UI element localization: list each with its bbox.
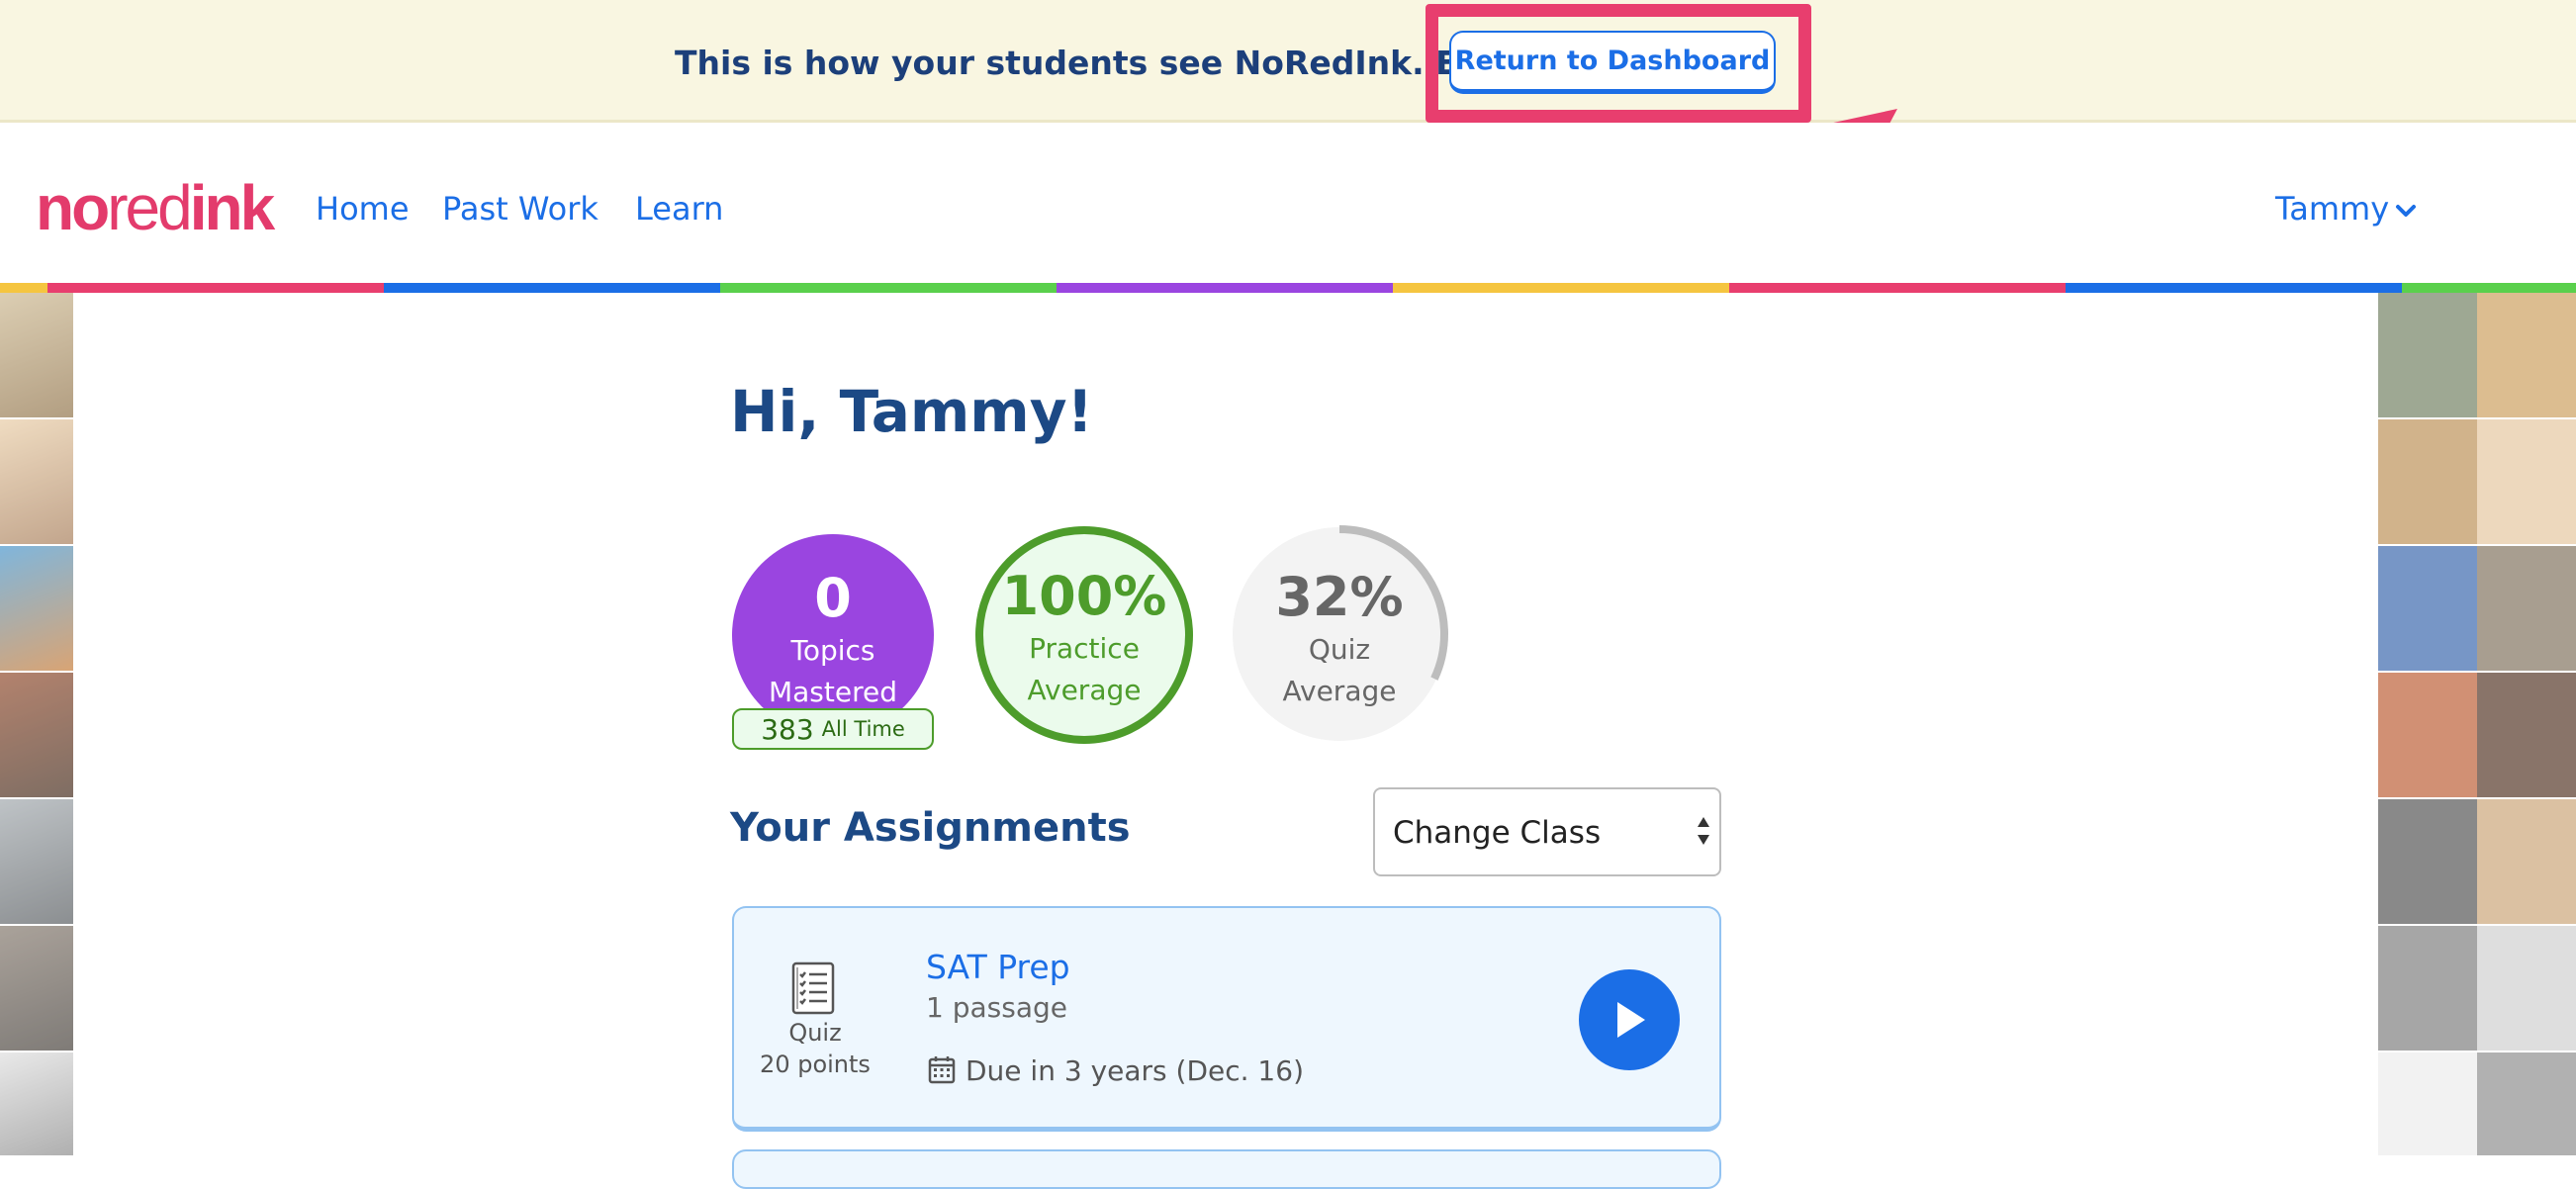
assignment-title-link[interactable]: SAT Prep [926, 948, 1070, 986]
return-to-dashboard-button[interactable]: Return to Dashboard [1449, 31, 1776, 94]
practice-average-value: 100% [1001, 565, 1167, 627]
nav-past-work[interactable]: Past Work [442, 190, 598, 228]
all-time-badge: 383 All Time [732, 708, 934, 750]
chevron-down-icon [2396, 205, 2417, 217]
change-class-value: Change Class [1393, 815, 1602, 851]
practice-average-stat: 100% Practice Average [975, 526, 1193, 744]
nav-home[interactable]: Home [316, 190, 410, 228]
top-nav: noredink Home Past Work Learn Tammy [0, 123, 2576, 285]
left-poster-column [0, 293, 73, 1155]
topics-mastered-stat: 0 Topics Mastered [732, 534, 934, 736]
quiz-progress-ring [1338, 525, 1448, 681]
select-arrows-icon [1698, 817, 1709, 845]
assignment-card-next[interactable] [732, 1149, 1721, 1189]
change-class-select[interactable]: Change Class [1373, 787, 1721, 876]
play-assignment-button[interactable] [1579, 969, 1680, 1070]
nav-learn[interactable]: Learn [635, 190, 723, 228]
assignments-heading: Your Assignments [730, 805, 1131, 851]
all-time-label: All Time [821, 717, 905, 741]
noredink-logo[interactable]: noredink [36, 176, 275, 239]
color-stripe [0, 283, 2576, 293]
assignment-type: Quiz 20 points [756, 908, 874, 1126]
user-menu[interactable]: Tammy [2275, 190, 2417, 228]
quiz-checklist-icon [791, 961, 835, 1015]
assignment-due-date: Due in 3 years (Dec. 16) [966, 1054, 1304, 1087]
user-name: Tammy [2275, 190, 2390, 228]
assignment-subtitle: 1 passage [926, 991, 1067, 1024]
topics-mastered-value: 0 [814, 567, 852, 629]
assignment-type-label: Quiz [788, 1019, 842, 1047]
all-time-value: 383 [761, 712, 814, 746]
calendar-icon [928, 1056, 956, 1084]
right-poster-column [2378, 293, 2576, 1155]
assignment-card[interactable]: Quiz 20 points SAT Prep 1 passage Due in… [732, 906, 1721, 1132]
page-title: Hi, Tammy! [730, 378, 1094, 445]
assignment-points: 20 points [760, 1051, 871, 1078]
play-icon [1617, 1002, 1645, 1038]
preview-banner: This is how your students see NoRedInk. … [0, 0, 2576, 123]
